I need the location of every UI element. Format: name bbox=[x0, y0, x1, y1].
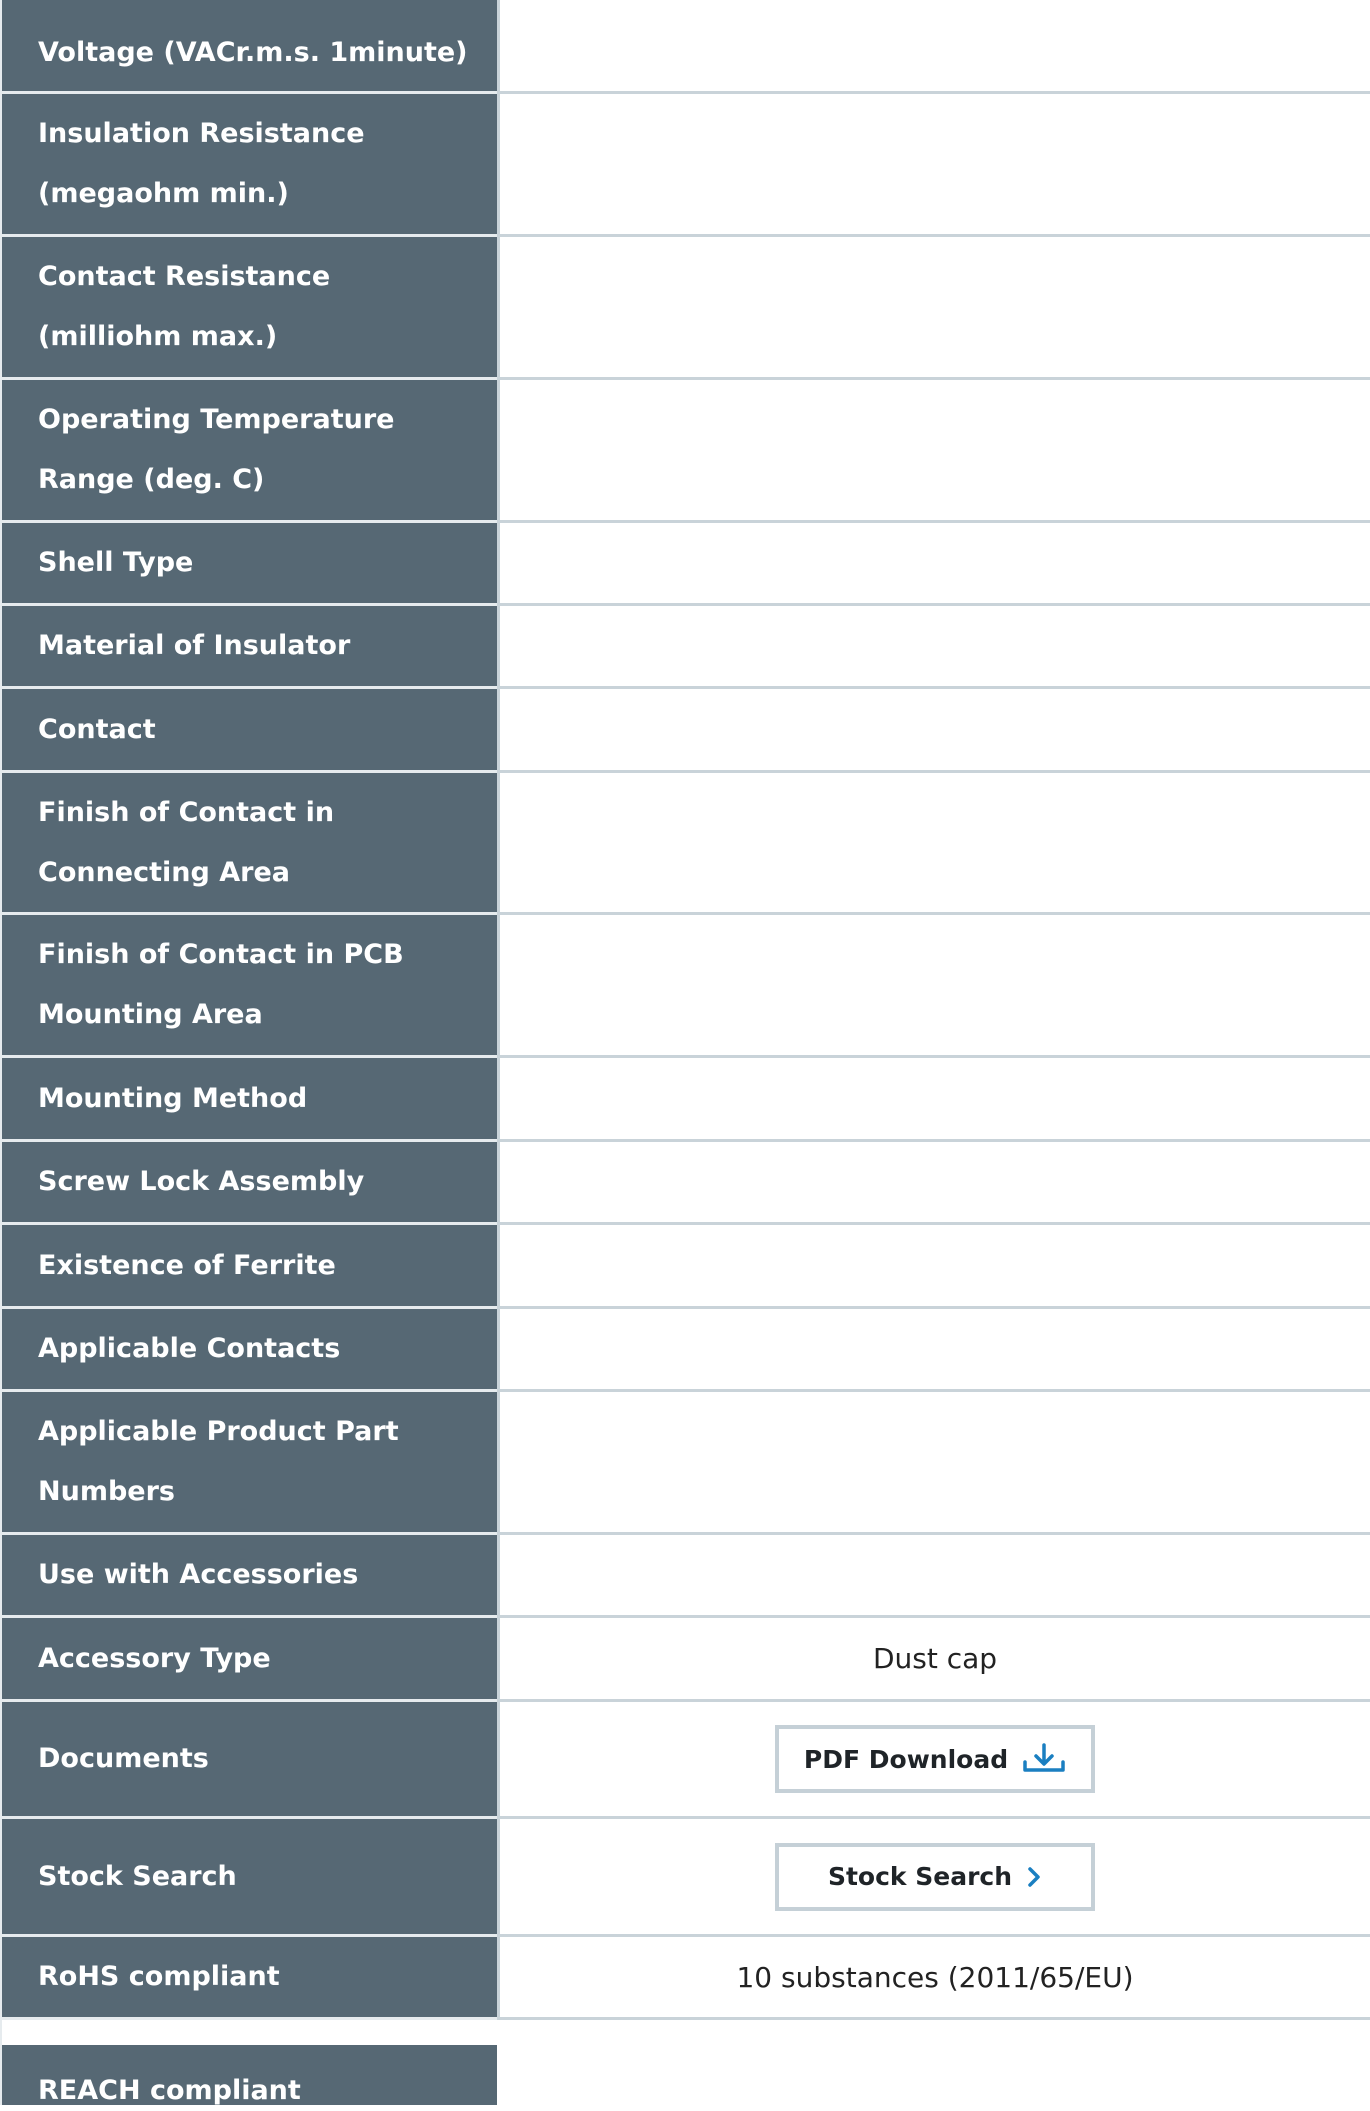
chevron-right-icon bbox=[1026, 1865, 1042, 1889]
spec-label: REACH compliant bbox=[0, 2045, 497, 2106]
pdf-download-button[interactable]: PDF Download bbox=[775, 1725, 1095, 1793]
spec-row: Material of Insulator bbox=[0, 606, 1370, 689]
spec-label: Material of Insulator bbox=[0, 606, 497, 689]
spec-row: Applicable Contacts bbox=[0, 1309, 1370, 1392]
spec-value bbox=[497, 380, 1370, 523]
spec-row: Finish of Contact in PCB Mounting Area bbox=[0, 915, 1370, 1058]
spec-row: Accessory Type Dust cap bbox=[0, 1618, 1370, 1702]
spec-row: Operating Temperature Range (deg. C) bbox=[0, 380, 1370, 523]
spec-label: Contact bbox=[0, 689, 497, 773]
spec-row: Shell Type bbox=[0, 523, 1370, 606]
spec-row: Contact bbox=[0, 689, 1370, 773]
spec-label: Stock Search bbox=[0, 1819, 497, 1937]
spec-label: Mounting Method bbox=[0, 1058, 497, 1142]
pdf-download-label: PDF Download bbox=[803, 1744, 1009, 1774]
spec-label: Voltage (VACr.m.s. 1minute) bbox=[0, 0, 497, 94]
rohs-value: 10 substances (2011/65/EU) bbox=[497, 1937, 1370, 2020]
spec-row: Voltage (VACr.m.s. 1minute) bbox=[0, 0, 1370, 94]
spec-row: Screw Lock Assembly bbox=[0, 1142, 1370, 1225]
spec-label: Applicable Product Part Numbers bbox=[0, 1392, 497, 1535]
reach-label: REACH compliant bbox=[38, 2075, 301, 2106]
spec-value bbox=[497, 1225, 1370, 1309]
spec-row: Insulation Resistance (megaohm min.) bbox=[0, 94, 1370, 237]
spec-label: Accessory Type bbox=[0, 1618, 497, 1702]
spec-value bbox=[497, 1535, 1370, 1618]
stock-search-label: Stock Search bbox=[827, 1862, 1013, 1891]
spec-value bbox=[497, 689, 1370, 773]
spec-label: RoHS compliant bbox=[0, 1937, 497, 2020]
spec-row: Use with Accessories bbox=[0, 1535, 1370, 1618]
spec-value bbox=[497, 915, 1370, 1058]
spec-label: Operating Temperature Range (deg. C) bbox=[0, 380, 497, 523]
spec-value bbox=[497, 1309, 1370, 1392]
spec-row: Finish of Contact in Connecting Area bbox=[0, 773, 1370, 915]
spec-value: Stock Search bbox=[497, 1819, 1370, 1937]
section-gap bbox=[0, 2020, 1370, 2045]
spec-row: Contact Resistance (milliohm max.) bbox=[0, 237, 1370, 380]
spec-row-rohs: RoHS compliant 10 substances (2011/65/EU… bbox=[0, 1937, 1370, 2020]
download-icon bbox=[1022, 1743, 1066, 1775]
empty-cell bbox=[497, 2045, 1370, 2105]
spec-label: Shell Type bbox=[0, 523, 497, 606]
spec-value bbox=[497, 1142, 1370, 1225]
spec-value: PDF Download bbox=[497, 1702, 1370, 1819]
stock-search-button[interactable]: Stock Search bbox=[775, 1842, 1095, 1911]
spec-row: Existence of Ferrite bbox=[0, 1225, 1370, 1309]
spec-value bbox=[497, 606, 1370, 689]
spec-label: Documents bbox=[0, 1702, 497, 1819]
spec-label-text: Voltage (VACr.m.s. 1minute) bbox=[38, 37, 468, 68]
spec-label: Screw Lock Assembly bbox=[0, 1142, 497, 1225]
spec-value bbox=[497, 0, 1370, 94]
spec-label: Finish of Contact in PCB Mounting Area bbox=[0, 915, 497, 1058]
spec-label: Finish of Contact in Connecting Area bbox=[0, 773, 497, 915]
spec-value bbox=[497, 1058, 1370, 1142]
spec-value bbox=[497, 523, 1370, 606]
spec-row: Mounting Method bbox=[0, 1058, 1370, 1142]
accessory-type-value: Dust cap bbox=[497, 1618, 1370, 1702]
spec-value bbox=[497, 94, 1370, 237]
spec-value bbox=[497, 237, 1370, 380]
spec-value bbox=[497, 1392, 1370, 1535]
spec-row-documents: Documents PDF Download bbox=[0, 1702, 1370, 1819]
spec-label: Use with Accessories bbox=[0, 1535, 497, 1618]
spec-row: Applicable Product Part Numbers bbox=[0, 1392, 1370, 1535]
spec-row-stock: Stock Search Stock Search bbox=[0, 1819, 1370, 1937]
spec-value bbox=[497, 773, 1370, 915]
spec-table: Voltage (VACr.m.s. 1minute) Insulation R… bbox=[0, 0, 1370, 2106]
spec-label: Applicable Contacts bbox=[0, 1309, 497, 1392]
spec-label: Contact Resistance (milliohm max.) bbox=[0, 237, 497, 380]
spec-label: Insulation Resistance (megaohm min.) bbox=[0, 94, 497, 237]
spec-row-reach: REACH compliant bbox=[0, 2045, 1370, 2106]
spec-label: Existence of Ferrite bbox=[0, 1225, 497, 1309]
